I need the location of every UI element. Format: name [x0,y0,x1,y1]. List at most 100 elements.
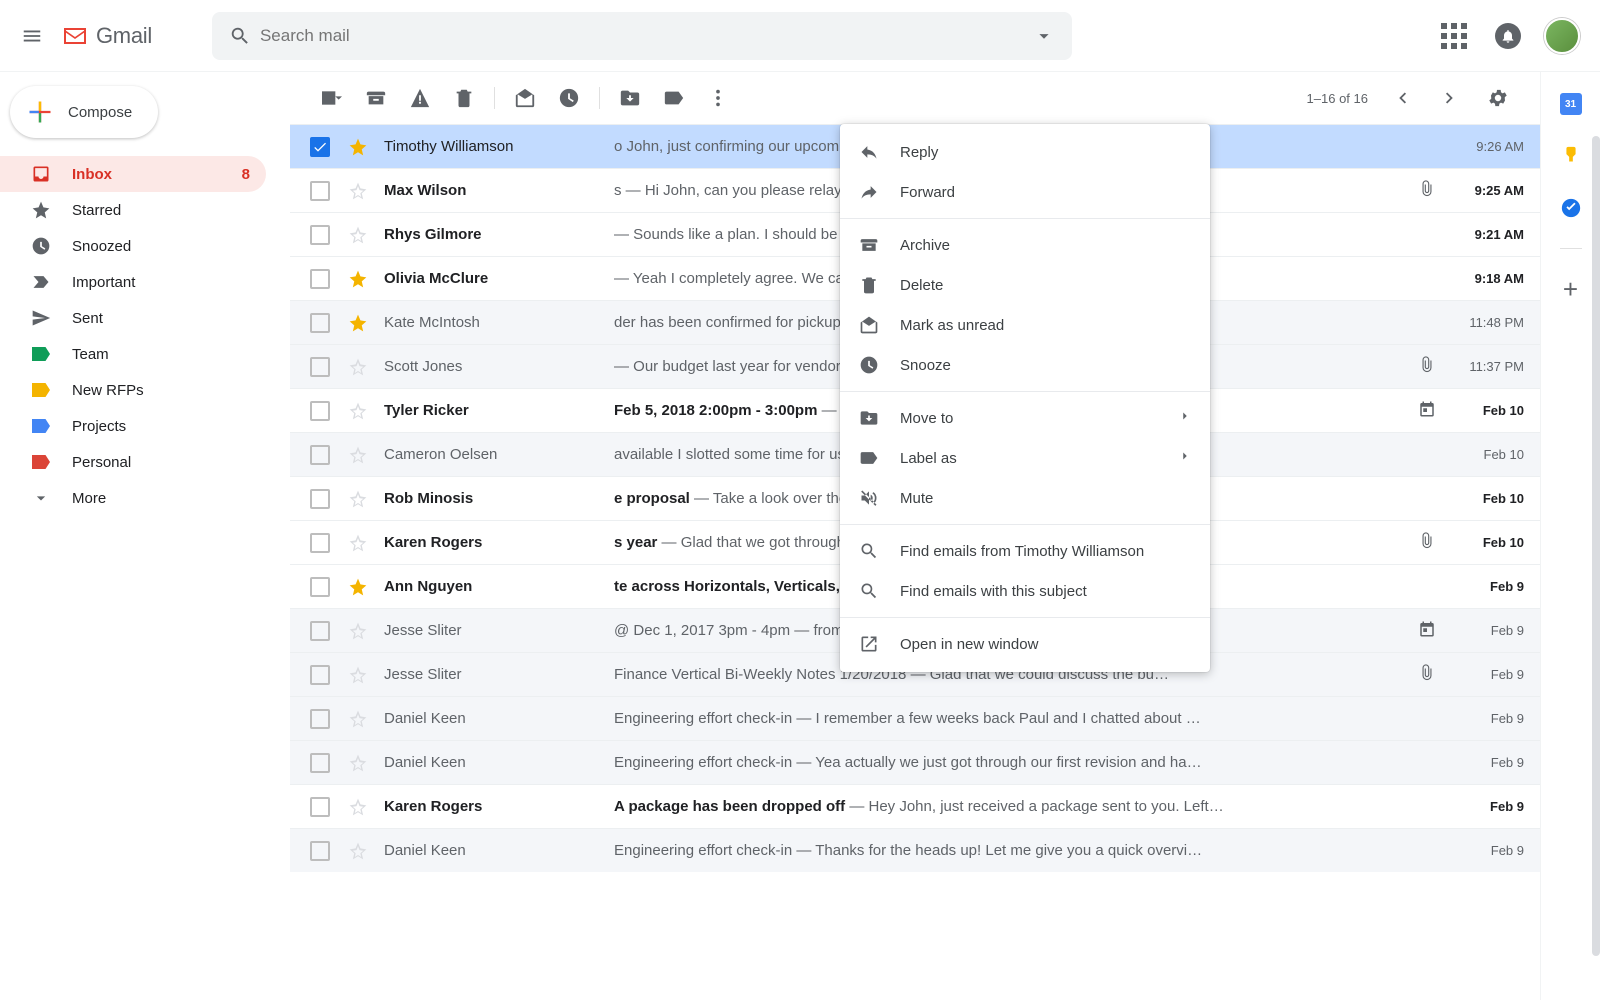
report-spam-button[interactable] [398,78,442,118]
email-time: Feb 9 [1444,623,1524,638]
star-button[interactable] [348,841,368,861]
email-time: Feb 9 [1444,755,1524,770]
account-avatar[interactable] [1540,14,1584,58]
notifications-button[interactable] [1486,14,1530,58]
tasks-addon[interactable] [1559,196,1583,220]
sidebar-item-label: Inbox [72,166,112,183]
delete-button[interactable] [442,78,486,118]
main-menu-button[interactable] [8,12,56,60]
ctx-find-sender[interactable]: Find emails from Timothy Williamson [840,531,1210,571]
star-button[interactable] [348,225,368,245]
star-button[interactable] [348,269,368,289]
star-button[interactable] [348,621,368,641]
newer-button[interactable] [1380,78,1424,118]
sidebar-item-more[interactable]: More [0,480,266,516]
row-checkbox[interactable] [310,489,330,509]
older-button[interactable] [1428,78,1472,118]
labels-button[interactable] [652,78,696,118]
email-row[interactable]: Daniel KeenEngineering effort check-in —… [290,696,1540,740]
ctx-forward[interactable]: Forward [840,172,1210,212]
row-checkbox[interactable] [310,445,330,465]
ctx-archive[interactable]: Archive [840,225,1210,265]
row-checkbox[interactable] [310,225,330,245]
row-checkbox[interactable] [310,401,330,421]
ctx-move-to[interactable]: Move to [840,398,1210,438]
ctx-reply[interactable]: Reply [840,132,1210,172]
google-apps-button[interactable] [1432,14,1476,58]
ctx-delete[interactable]: Delete [840,265,1210,305]
sidebar-item-newrfps[interactable]: New RFPs [0,372,266,408]
sidebar-item-sent[interactable]: Sent [0,300,266,336]
sidebar-item-personal[interactable]: Personal [0,444,266,480]
attachment-icon [1418,180,1436,202]
row-checkbox[interactable] [310,841,330,861]
star-button[interactable] [348,797,368,817]
email-content: Engineering effort check-in — Thanks for… [614,842,1444,859]
move-to-button[interactable] [608,78,652,118]
search-input[interactable] [260,26,1024,46]
star-button[interactable] [348,181,368,201]
ctx-mark-unread[interactable]: Mark as unread [840,305,1210,345]
email-time: Feb 10 [1444,491,1524,506]
row-checkbox[interactable] [310,753,330,773]
star-button[interactable] [348,533,368,553]
keep-addon[interactable] [1559,144,1583,168]
sidebar-item-snoozed[interactable]: Snoozed [0,228,266,264]
star-button[interactable] [348,709,368,729]
ctx-mute[interactable]: Mute [840,478,1210,518]
sidebar-item-projects[interactable]: Projects [0,408,266,444]
row-checkbox[interactable] [310,709,330,729]
star-button[interactable] [348,577,368,597]
email-time: 9:25 AM [1444,183,1524,198]
star-button[interactable] [348,313,368,333]
archive-button[interactable] [354,78,398,118]
sidebar-item-label: Sent [72,310,103,327]
select-all-button[interactable] [310,78,354,118]
get-addons-button[interactable]: + [1559,277,1583,301]
row-checkbox[interactable] [310,269,330,289]
mark-read-button[interactable] [503,78,547,118]
ctx-find-subject[interactable]: Find emails with this subject [840,571,1210,611]
calendar-addon[interactable]: 31 [1559,92,1583,116]
scrollbar[interactable] [1592,136,1600,956]
star-button[interactable] [348,445,368,465]
plus-icon [26,98,54,126]
star-button[interactable] [348,753,368,773]
star-button[interactable] [348,489,368,509]
sidebar-item-inbox[interactable]: Inbox8 [0,156,266,192]
row-checkbox[interactable] [310,577,330,597]
row-checkbox[interactable] [310,621,330,641]
ctx-label-as[interactable]: Label as [840,438,1210,478]
sidebar: Compose Inbox8StarredSnoozedImportant Sen… [0,72,290,1000]
page-count: 1–16 of 16 [1299,91,1376,106]
email-row[interactable]: Daniel KeenEngineering effort check-in —… [290,828,1540,872]
star-button[interactable] [348,357,368,377]
settings-button[interactable] [1476,78,1520,118]
email-snippet: — Yea actually we just got through our f… [796,754,1201,771]
gmail-logo[interactable]: Gmail [60,23,152,49]
star-button[interactable] [348,137,368,157]
compose-button[interactable]: Compose [10,86,158,138]
row-checkbox[interactable] [310,357,330,377]
ctx-open-new-window[interactable]: Open in new window [840,624,1210,664]
email-content: Engineering effort check-in — I remember… [614,710,1444,727]
search-bar[interactable] [212,12,1072,60]
row-checkbox[interactable] [310,665,330,685]
more-actions-button[interactable] [696,78,740,118]
row-checkbox[interactable] [310,533,330,553]
search-options-button[interactable] [1024,25,1064,47]
row-checkbox[interactable] [310,313,330,333]
ctx-snooze[interactable]: Snooze [840,345,1210,385]
row-checkbox[interactable] [310,797,330,817]
sidebar-item-important[interactable]: Important [0,264,266,300]
row-checkbox[interactable] [310,137,330,157]
email-row[interactable]: Karen RogersA package has been dropped o… [290,784,1540,828]
row-checkbox[interactable] [310,181,330,201]
snooze-button[interactable] [547,78,591,118]
sidebar-item-starred[interactable]: Starred [0,192,266,228]
star-button[interactable] [348,401,368,421]
star-button[interactable] [348,665,368,685]
email-row[interactable]: Daniel KeenEngineering effort check-in —… [290,740,1540,784]
sidebar-item-team[interactable]: Team [0,336,266,372]
email-subject: e proposal [614,490,690,507]
